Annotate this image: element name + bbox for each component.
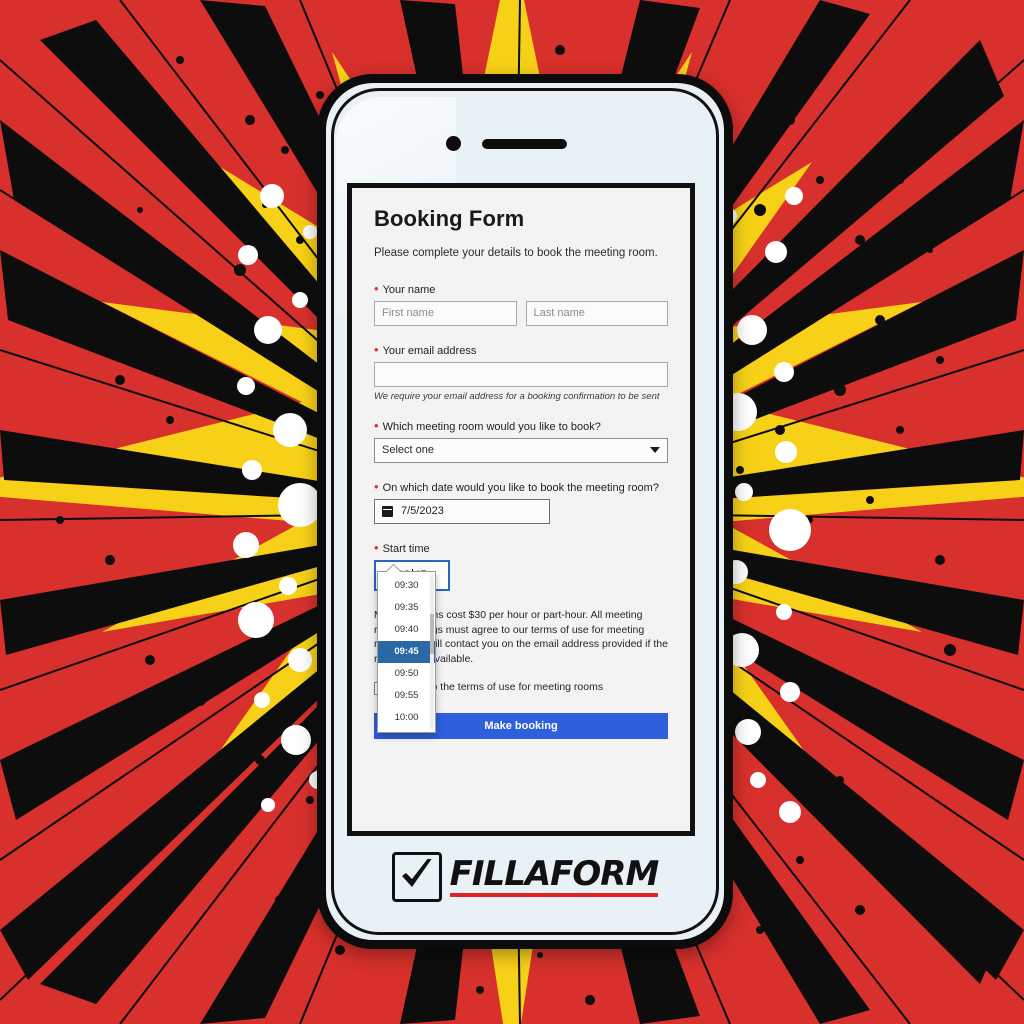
label-text: On which date would you like to book the…: [382, 481, 659, 494]
pop-art-scene: Booking Form Please complete your detail…: [0, 0, 1024, 1024]
dropdown-option-selected[interactable]: 09:45: [378, 640, 435, 663]
camera-dot-icon: [446, 136, 461, 151]
tick-glyph: [401, 859, 432, 887]
label-start-time: • Start time: [374, 541, 668, 555]
required-marker-icon: •: [374, 417, 379, 433]
required-marker-icon: •: [374, 280, 379, 296]
required-marker-icon: •: [374, 539, 379, 555]
last-name-input[interactable]: Last name: [525, 300, 668, 326]
label-text: Start time: [382, 542, 430, 555]
checkbox-tick-icon: [391, 852, 442, 902]
first-name-input[interactable]: First name: [374, 300, 517, 326]
field-email: • Your email address We require your ema…: [374, 343, 668, 402]
dropdown-option[interactable]: 09:30: [378, 575, 435, 597]
label-text: Which meeting room would you like to boo…: [382, 420, 601, 433]
logo-wordmark: FILLAFORM: [449, 854, 660, 897]
required-marker-icon: •: [374, 341, 379, 357]
chevron-down-icon: [650, 447, 660, 454]
label-email: • Your email address: [374, 343, 668, 357]
selected-value: Select one: [382, 444, 434, 457]
label-booking-date: • On which date would you like to book t…: [374, 480, 668, 494]
meeting-room-select[interactable]: Select one: [374, 437, 668, 463]
earpiece-speaker-icon: [482, 139, 567, 149]
label-text: Your name: [382, 283, 436, 296]
calendar-icon: [382, 505, 393, 517]
field-start-time: • Start time 09 45 09:30 09:35 09:40 09:…: [374, 541, 668, 733]
dropdown-option[interactable]: 09:40: [378, 619, 435, 641]
field-meeting-room: • Which meeting room would you like to b…: [374, 419, 668, 463]
booking-date-input[interactable]: 7/5/2023: [374, 498, 551, 524]
label-your-name: • Your name: [374, 282, 668, 296]
form-intro-text: Please complete your details to book the…: [374, 247, 658, 259]
field-your-name: • Your name First name Last name: [374, 282, 668, 326]
booking-form: Booking Form Please complete your detail…: [352, 188, 690, 831]
dropdown-option[interactable]: 09:50: [378, 663, 435, 685]
label-meeting-room: • Which meeting room would you like to b…: [374, 419, 668, 433]
dropdown-option[interactable]: 09:35: [378, 597, 435, 619]
dropdown-scrollbar-thumb[interactable]: [430, 613, 434, 654]
required-marker-icon: •: [374, 478, 379, 494]
smartphone-mockup: Booking Form Please complete your detail…: [317, 74, 733, 949]
page-title: Booking Form: [374, 206, 525, 231]
dropdown-option[interactable]: 09:55: [378, 685, 435, 707]
email-helper-text: We require your email address for a book…: [374, 390, 660, 402]
start-time-dropdown[interactable]: 09:30 09:35 09:40 09:45 09:50 09:55 10:0…: [377, 570, 436, 733]
field-booking-date: • On which date would you like to book t…: [374, 480, 668, 524]
email-input[interactable]: [374, 361, 668, 387]
dropdown-option[interactable]: 10:00: [378, 707, 435, 729]
logo-text: FILLAFORM: [449, 854, 660, 894]
name-input-row: First name Last name: [374, 300, 668, 326]
fillaform-logo: FILLAFORM: [326, 852, 724, 902]
label-text: Your email address: [382, 344, 477, 357]
date-value: 7/5/2023: [401, 505, 444, 518]
phone-screen: Booking Form Please complete your detail…: [347, 183, 695, 836]
